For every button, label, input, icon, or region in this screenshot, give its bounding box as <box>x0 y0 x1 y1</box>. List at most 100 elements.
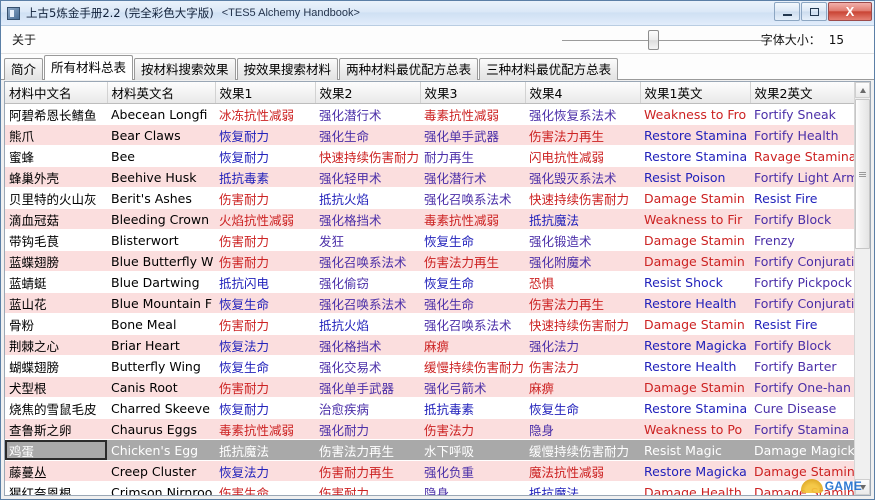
table-cell[interactable]: 恢复耐力 <box>215 124 315 146</box>
table-cell[interactable]: 强化法力 <box>525 334 640 356</box>
table-cell[interactable]: 熊爪 <box>5 124 107 146</box>
table-cell[interactable]: Chicken's Egg <box>107 439 215 461</box>
table-row[interactable]: 贝里特的火山灰 Berit's Ashes 伤害耐力 抵抗火焰 强化召唤系法术 快速持续伤… <box>5 187 854 209</box>
table-cell[interactable]: 恐惧 <box>525 271 640 293</box>
table-cell[interactable]: 伤害生命 <box>215 481 315 495</box>
table-cell[interactable]: 恢复生命 <box>420 271 525 293</box>
table-cell[interactable]: 强化耐力 <box>315 418 420 440</box>
table-cell[interactable]: 恢复生命 <box>215 355 315 377</box>
table-cell[interactable]: 蓝蝶翅膀 <box>5 250 107 272</box>
table-cell[interactable]: 伤害法力再生 <box>525 124 640 146</box>
table-cell[interactable]: 水下呼吸 <box>420 439 525 461</box>
table-cell[interactable]: 隐身 <box>420 481 525 495</box>
table-cell[interactable]: 强化召唤系法术 <box>315 292 420 314</box>
table-row[interactable]: 烧焦的雪鼠毛皮 Charred Skeeve 恢复耐力 治愈疾病 抵抗毒素 恢复生命 Res… <box>5 397 854 419</box>
table-row[interactable]: 阿碧希恩长鳍鱼 Abecean Longfi 冰冻抗性减弱 强化潜行术 毒素抗性减弱 强化… <box>5 103 854 125</box>
maximize-button[interactable] <box>801 2 827 21</box>
table-cell[interactable]: Fortify Block <box>750 208 854 230</box>
table-row[interactable]: 蓝蜻蜓 Blue Dartwing 抵抗闪电 强化偷窃 恢复生命 恐惧 Resist Sho… <box>5 271 854 293</box>
table-cell[interactable]: 抵抗火焰 <box>315 313 420 335</box>
table-row[interactable]: 藤蔓丛 Creep Cluster 恢复法力 伤害耐力再生 强化负重 魔法抗性减弱 Rest… <box>5 460 854 482</box>
table-row[interactable]: 查鲁斯之卵 Chaurus Eggs 毒素抗性减弱 强化耐力 伤害法力 隐身 Weaknes… <box>5 418 854 440</box>
table-cell[interactable]: 抵抗魔法 <box>525 208 640 230</box>
scrollbar-thumb[interactable] <box>855 99 870 249</box>
table-cell[interactable]: 强化召唤系法术 <box>315 250 420 272</box>
table-cell[interactable]: 蓝蜻蜓 <box>5 271 107 293</box>
table-cell[interactable]: 强化单手武器 <box>315 376 420 398</box>
table-row[interactable]: 蝴蝶翅膀 Butterfly Wing 恢复生命 强化交易术 缓慢持续伤害耐力 伤害法力 R… <box>5 355 854 377</box>
column-header-material-cn[interactable]: 材料中文名 <box>5 82 108 104</box>
table-cell[interactable]: Bear Claws <box>107 124 215 146</box>
table-cell[interactable]: Fortify One-han <box>750 376 854 398</box>
table-cell[interactable]: 伤害法力再生 <box>315 439 420 461</box>
table-cell[interactable]: 强化潜行术 <box>420 166 525 188</box>
table-cell[interactable]: 隐身 <box>525 418 640 440</box>
table-cell[interactable]: 抵抗闪电 <box>215 271 315 293</box>
table-cell[interactable]: 强化潜行术 <box>315 103 420 125</box>
table-cell[interactable]: 烧焦的雪鼠毛皮 <box>5 397 107 419</box>
column-header-effect2-en[interactable]: 效果2英文 <box>750 82 854 104</box>
table-row[interactable]: 鸡蛋 Chicken's Egg 抵抗魔法 伤害法力再生 水下呼吸 缓慢持续伤害耐力 Res… <box>5 439 854 461</box>
table-cell[interactable]: 快速持续伤害耐力 <box>525 187 640 209</box>
table-cell[interactable]: 查鲁斯之卵 <box>5 418 107 440</box>
table-row[interactable]: 熊爪 Bear Claws 恢复耐力 强化生命 强化单手武器 伤害法力再生 Restore … <box>5 124 854 146</box>
table-cell[interactable]: Weakness to Fir <box>640 208 750 230</box>
tab-intro[interactable]: 简介 <box>4 58 44 80</box>
table-cell[interactable]: Blisterwort <box>107 229 215 251</box>
table-cell[interactable]: Canis Root <box>107 376 215 398</box>
table-cell[interactable]: Briar Heart <box>107 334 215 356</box>
table-cell[interactable]: 治愈疾病 <box>315 397 420 419</box>
table-cell[interactable]: Resist Magic <box>640 439 750 461</box>
table-cell[interactable]: 抵抗魔法 <box>525 481 640 495</box>
table-cell[interactable]: 犬型根 <box>5 376 107 398</box>
table-cell[interactable]: 伤害耐力 <box>215 250 315 272</box>
table-cell[interactable]: 强化轻甲术 <box>315 166 420 188</box>
table-cell[interactable]: 火焰抗性减弱 <box>215 208 315 230</box>
table-cell[interactable]: Blue Dartwing <box>107 271 215 293</box>
table-cell[interactable]: 骨粉 <box>5 313 107 335</box>
table-cell[interactable]: 麻痹 <box>525 376 640 398</box>
table-cell[interactable]: Berit's Ashes <box>107 187 215 209</box>
table-cell[interactable]: 伤害耐力 <box>215 187 315 209</box>
table-cell[interactable]: 鸡蛋 <box>5 439 107 461</box>
table-cell[interactable]: Damage Stamin <box>640 376 750 398</box>
tab-search-effect-by-material[interactable]: 按材料搜索效果 <box>134 58 236 80</box>
table-cell[interactable]: Restore Magicka <box>640 460 750 482</box>
column-header-effect4[interactable]: 效果4 <box>525 82 641 104</box>
table-row[interactable]: 带钩毛茛 Blisterwort 伤害耐力 发狂 恢复生命 强化锻造术 Damage Sta… <box>5 229 854 251</box>
table-cell[interactable]: 发狂 <box>315 229 420 251</box>
table-cell[interactable]: Damage Stamin <box>640 229 750 251</box>
table-cell[interactable]: 抵抗火焰 <box>315 187 420 209</box>
table-cell[interactable]: 带钩毛茛 <box>5 229 107 251</box>
table-cell[interactable]: Bee <box>107 145 215 167</box>
table-cell[interactable]: 毒素抗性减弱 <box>420 103 525 125</box>
table-cell[interactable]: 毒素抗性减弱 <box>420 208 525 230</box>
table-cell[interactable]: 强化恢复系法术 <box>525 103 640 125</box>
table-row[interactable]: 滴血冠菇 Bleeding Crown 火焰抗性减弱 强化格挡术 毒素抗性减弱 抵抗魔法 W… <box>5 208 854 230</box>
table-cell[interactable]: Restore Magicka <box>640 334 750 356</box>
table-cell[interactable]: 缓慢持续伤害耐力 <box>525 439 640 461</box>
column-header-effect1-en[interactable]: 效果1英文 <box>640 82 751 104</box>
table-cell[interactable]: Damage Health <box>640 481 750 495</box>
table-row[interactable]: 犬型根 Canis Root 伤害耐力 强化单手武器 强化弓箭术 麻痹 Damage Sta… <box>5 376 854 398</box>
table-cell[interactable]: Fortify Sneak <box>750 103 854 125</box>
table-cell[interactable]: 缓慢持续伤害耐力 <box>420 355 525 377</box>
tab-three-material-recipes[interactable]: 三种材料最优配方总表 <box>479 58 619 80</box>
table-cell[interactable]: 强化毁灭系法术 <box>525 166 640 188</box>
table-cell[interactable]: 强化单手武器 <box>420 124 525 146</box>
table-cell[interactable]: Creep Cluster <box>107 460 215 482</box>
table-cell[interactable]: Weakness to Fro <box>640 103 750 125</box>
table-cell[interactable]: 蓝山花 <box>5 292 107 314</box>
table-cell[interactable]: 强化弓箭术 <box>420 376 525 398</box>
table-cell[interactable]: Frenzy <box>750 229 854 251</box>
table-cell[interactable]: Bleeding Crown <box>107 208 215 230</box>
table-cell[interactable]: Cure Disease <box>750 397 854 419</box>
table-cell[interactable]: Blue Mountain F <box>107 292 215 314</box>
table-cell[interactable]: 快速持续伤害耐力 <box>525 313 640 335</box>
table-cell[interactable]: Bone Meal <box>107 313 215 335</box>
table-row[interactable]: 骨粉 Bone Meal 伤害耐力 抵抗火焰 强化召唤系法术 快速持续伤害耐力 Damage… <box>5 313 854 335</box>
table-cell[interactable]: 恢复生命 <box>420 229 525 251</box>
minimize-button[interactable] <box>774 2 800 21</box>
table-cell[interactable]: 恢复耐力 <box>215 397 315 419</box>
table-cell[interactable]: 强化生命 <box>315 124 420 146</box>
